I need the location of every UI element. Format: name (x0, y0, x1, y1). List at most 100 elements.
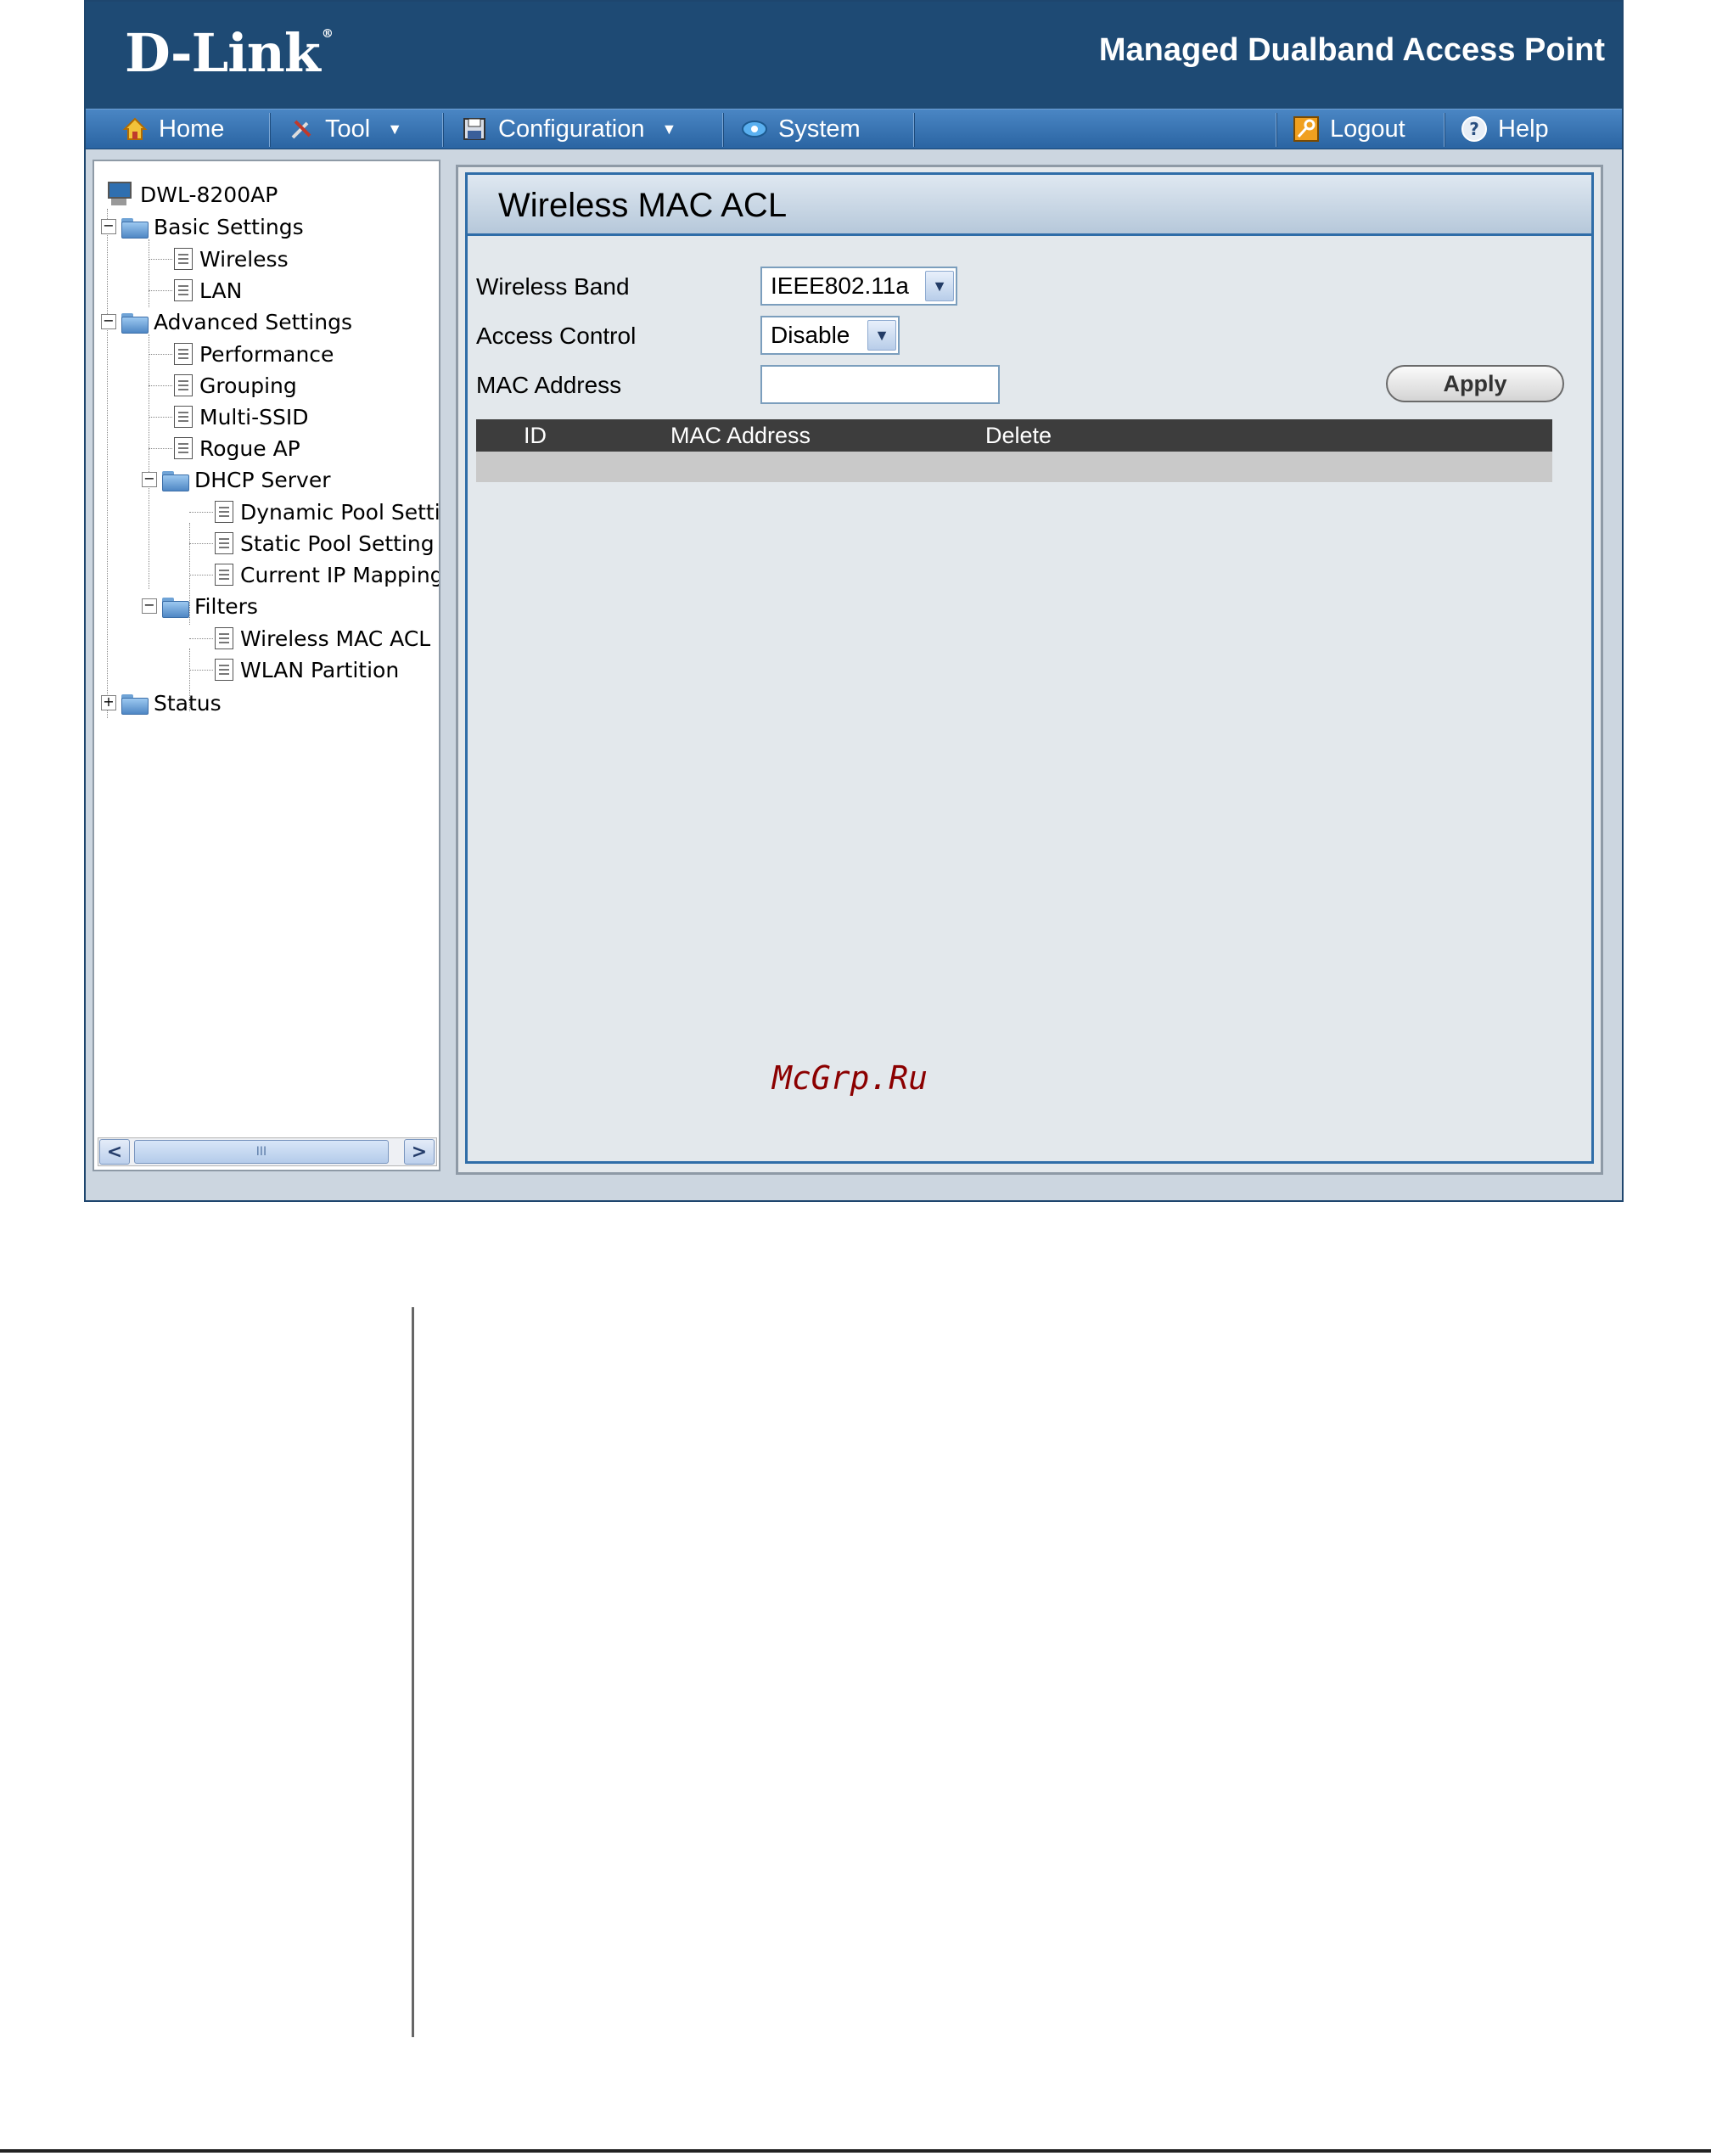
collapse-toggle-icon[interactable]: − (101, 314, 116, 329)
tree-item-advanced-settings[interactable]: − Advanced Settings (101, 307, 352, 336)
tree-label: Dynamic Pool Setting (240, 499, 440, 525)
page-icon (174, 279, 193, 301)
tree-item-performance[interactable]: Performance (149, 340, 334, 368)
page-icon (174, 343, 193, 365)
tree-item-lan[interactable]: LAN (149, 276, 242, 305)
tree-root-device[interactable]: DWL-8200AP (104, 180, 278, 209)
tree-connector (189, 669, 213, 671)
tree-label: WLAN Partition (240, 657, 400, 682)
svg-text:?: ? (1469, 119, 1479, 139)
tree-item-basic-settings[interactable]: − Basic Settings (101, 212, 304, 241)
acl-table-header: ID MAC Address Delete (476, 419, 1552, 452)
help-icon: ? (1459, 115, 1489, 143)
column-id-header: ID (524, 423, 547, 448)
menu-tool[interactable]: Tool ▼ (286, 109, 402, 149)
tree-label: Basic Settings (154, 214, 304, 239)
page-icon (174, 374, 193, 396)
tree-label: Multi-SSID (199, 404, 309, 430)
menu-home[interactable]: Home (120, 109, 224, 149)
key-icon (1291, 115, 1321, 143)
menu-tool-label: Tool (325, 115, 371, 143)
tree-item-wireless[interactable]: Wireless (149, 244, 289, 273)
collapse-toggle-icon[interactable]: − (142, 598, 157, 614)
tree-connector (189, 511, 213, 513)
column-delete-header: Delete (985, 423, 1052, 448)
expand-toggle-icon[interactable]: + (101, 695, 116, 710)
tree-label: DHCP Server (194, 467, 331, 492)
menu-configuration[interactable]: Configuration ▼ (459, 109, 676, 149)
page-icon (174, 406, 193, 428)
page-divider-horizontal (0, 2149, 1711, 2153)
scroll-left-icon[interactable]: < (99, 1139, 130, 1165)
tree-connector (189, 637, 213, 639)
tree-item-wireless-mac-acl[interactable]: Wireless MAC ACL (189, 624, 430, 653)
tree-label: Current IP Mapping L (240, 562, 440, 587)
menu-bar: Home Tool ▼ Configuration ▼ System Logou… (86, 109, 1622, 149)
tree-label: Status (154, 690, 222, 716)
menu-separator (913, 113, 915, 147)
save-disk-icon (459, 115, 490, 143)
computer-icon (104, 180, 135, 209)
menu-separator (442, 113, 444, 147)
tree-item-filters[interactable]: − Filters (142, 592, 258, 620)
system-icon (739, 115, 770, 143)
access-control-select[interactable]: Disable ▼ (760, 316, 900, 355)
tree-root-label: DWL-8200AP (140, 182, 278, 207)
tree-label: Wireless MAC ACL (240, 626, 431, 651)
wireless-band-value: IEEE802.11a (771, 272, 909, 299)
chevron-down-icon: ▼ (661, 120, 677, 138)
collapse-toggle-icon[interactable]: − (142, 472, 157, 487)
tree-item-grouping[interactable]: Grouping (149, 371, 297, 400)
menu-system[interactable]: System (739, 109, 861, 149)
product-title: Managed Dualband Access Point (1098, 32, 1605, 68)
access-control-label: Access Control (476, 323, 637, 349)
menu-logout[interactable]: Logout (1291, 109, 1405, 149)
apply-button[interactable]: Apply (1386, 365, 1564, 402)
navigation-tree-panel: DWL-8200AP − Basic Settings Wireless LAN… (93, 160, 440, 1171)
tree-connector (149, 416, 172, 418)
page-title: Wireless MAC ACL (498, 187, 788, 224)
folder-closed-icon (120, 691, 150, 715)
brand-name: D-Link (125, 22, 321, 84)
wireless-band-label: Wireless Band (476, 273, 630, 300)
tree-item-dynamic-pool[interactable]: Dynamic Pool Setting (189, 497, 440, 526)
folder-open-icon (160, 594, 191, 618)
app-window: D-Link ® Managed Dualband Access Point Ho… (84, 0, 1624, 1202)
menu-logout-label: Logout (1330, 115, 1405, 143)
tree-connector (149, 258, 172, 260)
menu-help[interactable]: ? Help (1459, 109, 1549, 149)
chevron-down-icon: ▼ (925, 271, 954, 301)
tree-label: Performance (199, 341, 334, 367)
wireless-band-select[interactable]: IEEE802.11a ▼ (760, 267, 957, 306)
folder-open-icon (120, 310, 150, 334)
page-icon (215, 501, 233, 523)
tree-connector (149, 447, 172, 449)
acl-table-empty-row (476, 452, 1552, 482)
tree-item-status[interactable]: + Status (101, 688, 222, 717)
page-icon (174, 248, 193, 270)
tree-item-dhcp-server[interactable]: − DHCP Server (142, 465, 331, 494)
page-icon (215, 564, 233, 586)
horizontal-scrollbar[interactable]: < III > (98, 1137, 437, 1166)
tree-connector (149, 353, 172, 355)
menu-separator (722, 113, 724, 147)
tree-item-rogue-ap[interactable]: Rogue AP (149, 434, 300, 463)
page-icon (215, 659, 233, 681)
scroll-right-icon[interactable]: > (404, 1139, 435, 1165)
home-icon (120, 115, 150, 143)
tree-connector (149, 289, 172, 291)
tool-icon (286, 115, 317, 143)
mac-address-input[interactable] (760, 365, 1000, 404)
menu-separator (1444, 113, 1445, 147)
chevron-down-icon: ▼ (387, 120, 403, 138)
collapse-toggle-icon[interactable]: − (101, 219, 116, 234)
tree-item-wlan-partition[interactable]: WLAN Partition (189, 655, 399, 684)
tree-item-current-ip-mapping[interactable]: Current IP Mapping L (189, 560, 440, 589)
tree-connector (107, 209, 108, 718)
registered-mark: ® (321, 27, 334, 41)
tree-label: Grouping (199, 373, 297, 398)
tree-item-static-pool[interactable]: Static Pool Setting (189, 529, 435, 558)
tree-item-multi-ssid[interactable]: Multi-SSID (149, 402, 309, 431)
content-frame: Wireless MAC ACL Wireless Band IEEE802.1… (465, 172, 1594, 1164)
scroll-thumb[interactable]: III (134, 1140, 389, 1164)
